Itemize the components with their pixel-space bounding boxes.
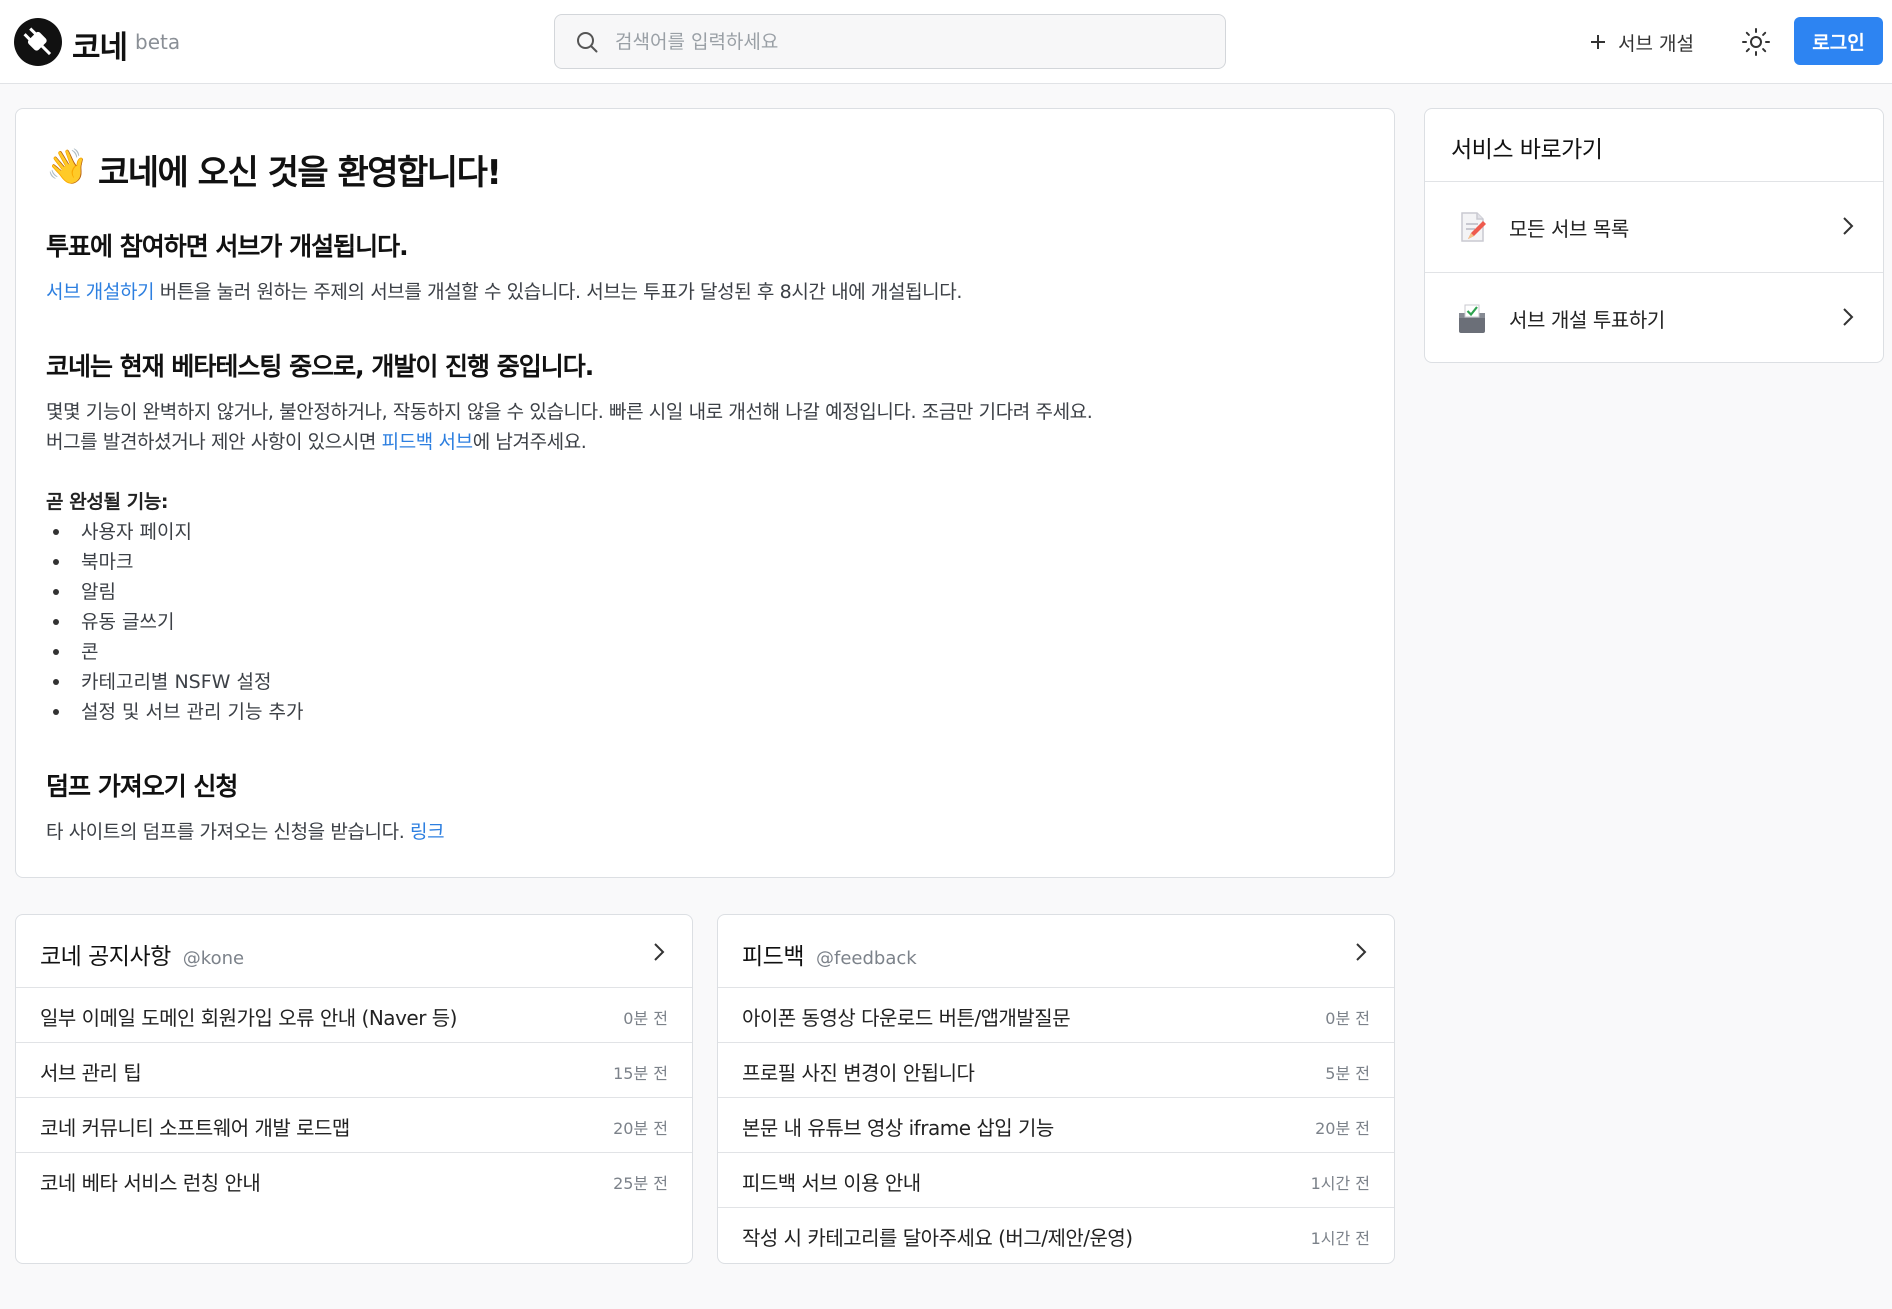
create-sub-button[interactable]: 서브 개설 xyxy=(1588,24,1694,60)
table-row[interactable]: 작성 시 카테고리를 달아주세요 (버그/제안/운영) 1시간 전 xyxy=(718,1207,1394,1261)
post-title: 피드백 서브 이용 안내 xyxy=(742,1171,921,1195)
waving-hand-icon: 👋 xyxy=(46,147,89,187)
table-row[interactable]: 서브 관리 팁 15분 전 xyxy=(16,1042,692,1096)
shortcut-all-subs-label: 모든 서브 목록 xyxy=(1509,217,1629,241)
post-time: 25분 전 xyxy=(613,1174,668,1193)
board-handle: @kone xyxy=(182,948,245,969)
post-time: 0분 전 xyxy=(623,1009,668,1028)
list-item: 알림 xyxy=(46,577,303,607)
ballot-box-icon xyxy=(1459,304,1485,333)
post-time: 15분 전 xyxy=(613,1064,668,1083)
section-vote-heading: 투표에 참여하면 서브가 개설됩니다. xyxy=(46,232,409,261)
board-name: 피드백 xyxy=(742,944,804,970)
table-row[interactable]: 코네 커뮤니티 소프트웨어 개발 로드맵 20분 전 xyxy=(16,1097,692,1151)
beta-line2-post: 에 남겨주세요. xyxy=(472,431,587,453)
chevron-right-icon[interactable] xyxy=(1354,941,1368,963)
list-item: 설정 및 서브 관리 기능 추가 xyxy=(46,697,303,727)
post-time: 20분 전 xyxy=(1315,1119,1370,1138)
board-feedback: 피드백 @feedback 아이폰 동영상 다운로드 버튼/앱개발질문 0분 전 … xyxy=(717,914,1395,1264)
dump-body: 타 사이트의 덤프를 가져오는 신청을 받습니다. xyxy=(46,821,410,843)
section-beta-heading: 코네는 현재 베타테스팅 중으로, 개발이 진행 중입니다. xyxy=(46,352,594,381)
kone-logo-icon[interactable] xyxy=(14,18,62,66)
list-item: 콘 xyxy=(46,637,303,667)
upcoming-features-label: 곧 완성될 기능: xyxy=(46,491,169,513)
create-sub-link[interactable]: 서브 개설하기 xyxy=(46,281,155,303)
list-item: 카테고리별 NSFW 설정 xyxy=(46,667,303,697)
post-time: 1시간 전 xyxy=(1310,1229,1370,1248)
search-icon xyxy=(577,32,598,53)
login-button[interactable]: 로그인 xyxy=(1794,17,1883,65)
board-handle: @feedback xyxy=(815,948,917,969)
chevron-right-icon xyxy=(1843,308,1854,326)
dump-link[interactable]: 링크 xyxy=(410,821,445,843)
shortcuts-title: 서비스 바로가기 xyxy=(1451,137,1603,163)
table-row[interactable]: 본문 내 유튜브 영상 iframe 삽입 기능 20분 전 xyxy=(718,1097,1394,1151)
section-dump-heading: 덤프 가져오기 신청 xyxy=(46,772,238,801)
table-row[interactable]: 코네 베타 서비스 런칭 안내 25분 전 xyxy=(16,1152,692,1206)
post-title: 아이폰 동영상 다운로드 버튼/앱개발질문 xyxy=(742,1006,1071,1030)
beta-label: beta xyxy=(135,30,181,54)
post-time: 20분 전 xyxy=(613,1119,668,1138)
post-title: 서브 관리 팁 xyxy=(40,1061,142,1085)
welcome-title: 코네에 오신 것을 환영합니다! xyxy=(98,153,502,193)
post-title: 코네 커뮤니티 소프트웨어 개발 로드맵 xyxy=(40,1116,350,1140)
post-title: 일부 이메일 도메인 회원가입 오류 안내 (Naver 등) xyxy=(40,1006,458,1030)
post-title: 코네 베타 서비스 런칭 안내 xyxy=(40,1171,261,1195)
upcoming-features-list: 사용자 페이지 북마크 알림 유동 글쓰기 콘 카테고리별 NSFW 설정 설정… xyxy=(46,517,303,727)
board-name: 코네 공지사항 xyxy=(40,944,171,970)
brand-name[interactable]: 코네 xyxy=(72,22,128,67)
search-box[interactable] xyxy=(554,14,1226,69)
table-row[interactable]: 일부 이메일 도메인 회원가입 오류 안내 (Naver 등) 0분 전 xyxy=(16,987,692,1041)
section-beta-line2: 버그를 발견하셨거나 제안 사항이 있으시면 피드백 서브에 남겨주세요. xyxy=(46,427,587,457)
section-vote-body: 버튼을 눌러 원하는 주제의 서브를 개설할 수 있습니다. 서브는 투표가 달… xyxy=(154,281,963,303)
chevron-right-icon xyxy=(1843,217,1854,235)
list-item: 사용자 페이지 xyxy=(46,517,303,547)
table-row[interactable]: 프로필 사진 변경이 안됩니다 5분 전 xyxy=(718,1042,1394,1096)
post-title: 작성 시 카테고리를 달아주세요 (버그/제안/운영) xyxy=(742,1226,1133,1250)
section-vote-text: 서브 개설하기 버튼을 눌러 원하는 주제의 서브를 개설할 수 있습니다. 서… xyxy=(46,277,962,307)
table-row[interactable]: 아이폰 동영상 다운로드 버튼/앱개발질문 0분 전 xyxy=(718,987,1394,1041)
post-title: 프로필 사진 변경이 안됩니다 xyxy=(742,1061,975,1085)
create-sub-label: 서브 개설 xyxy=(1618,32,1694,55)
post-time: 1시간 전 xyxy=(1310,1174,1370,1193)
search-input[interactable] xyxy=(615,25,1205,59)
welcome-card: 👋 코네에 오신 것을 환영합니다! 투표에 참여하면 서브가 개설됩니다. 서… xyxy=(15,108,1395,878)
list-item: 유동 글쓰기 xyxy=(46,607,303,637)
memo-icon xyxy=(1461,212,1486,242)
table-row[interactable]: 피드백 서브 이용 안내 1시간 전 xyxy=(718,1152,1394,1206)
board-header[interactable]: 피드백 @feedback xyxy=(742,937,917,971)
board-header[interactable]: 코네 공지사항 @kone xyxy=(40,937,244,971)
list-item: 북마크 xyxy=(46,547,303,577)
section-dump-text: 타 사이트의 덤프를 가져오는 신청을 받습니다. 링크 xyxy=(46,817,445,847)
post-title: 본문 내 유튜브 영상 iframe 삽입 기능 xyxy=(742,1116,1054,1140)
beta-line2-pre: 버그를 발견하셨거나 제안 사항이 있으시면 xyxy=(46,431,382,453)
shortcut-vote-sub[interactable]: 서브 개설 투표하기 xyxy=(1425,273,1883,363)
shortcut-vote-sub-label: 서브 개설 투표하기 xyxy=(1509,308,1665,332)
board-kone-notices: 코네 공지사항 @kone 일부 이메일 도메인 회원가입 오류 안내 (Nav… xyxy=(15,914,693,1264)
top-header: 코네 beta 서브 개설 로그인 xyxy=(0,0,1892,84)
post-time: 5분 전 xyxy=(1325,1064,1370,1083)
sun-icon[interactable] xyxy=(1740,26,1772,58)
shortcut-all-subs[interactable]: 모든 서브 목록 xyxy=(1425,182,1883,272)
plus-icon xyxy=(1591,35,1605,49)
post-time: 0분 전 xyxy=(1325,1009,1370,1028)
section-beta-line1: 몇몇 기능이 완벽하지 않거나, 불안정하거나, 작동하지 않을 수 있습니다.… xyxy=(46,401,1093,423)
chevron-right-icon[interactable] xyxy=(652,941,666,963)
feedback-sub-link[interactable]: 피드백 서브 xyxy=(382,431,473,453)
service-shortcuts-card: 서비스 바로가기 모든 서브 목록 서브 개설 투표하기 xyxy=(1424,108,1884,363)
